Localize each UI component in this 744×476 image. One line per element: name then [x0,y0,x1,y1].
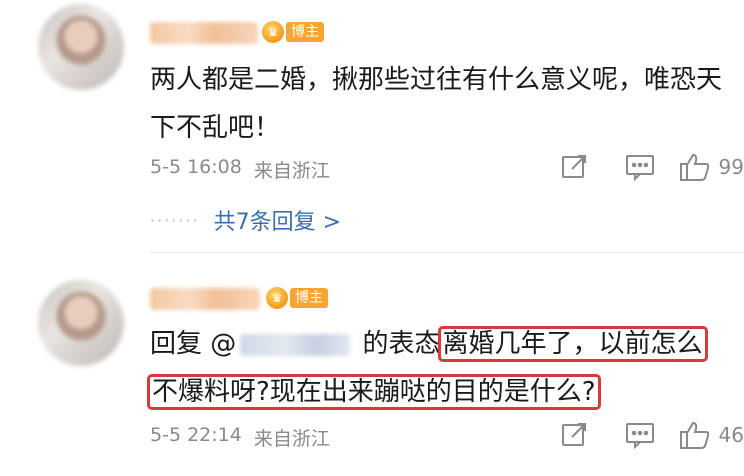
comment-actions: 99 [541,150,744,184]
repost-button[interactable] [541,150,607,184]
comment-button[interactable] [607,418,673,452]
comment-icon [625,423,654,449]
view-replies-link[interactable]: 共7条回复 > [214,204,341,236]
replies-row: ······· 共7条回复 > [150,204,341,236]
like-button[interactable]: 46 [679,420,744,450]
mention-blurred[interactable] [240,333,351,356]
repost-button[interactable] [541,418,607,452]
comment-button[interactable] [607,150,673,184]
comment-location: 来自浙江 [253,160,330,182]
blogger-badge: ♛ 博主 [262,20,324,44]
like-count: 46 [718,423,744,447]
comment-time: 5-5 22:14 [150,424,242,446]
comment-divider [150,252,744,253]
avatar[interactable] [38,4,124,90]
comment-text: 回复 @ 的表态离婚几年了，以前怎么 不爆料呀?现在出来蹦哒的目的是什么? [147,320,740,416]
repost-icon [561,155,586,178]
username-blurred[interactable] [150,22,258,44]
comment-text: 两人都是二婚，揪那些过往有什么意义呢，唯恐天下不乱吧！ [150,65,723,143]
dotted-divider: ······· [150,210,200,230]
blogger-badge: ♛ 博主 [266,286,328,310]
crown-icon: ♛ [262,21,284,43]
highlighted-text-1: 离婚几年了，以前怎么 [437,326,708,362]
username-blurred[interactable] [150,288,260,310]
comment-time: 5-5 16:08 [150,156,242,178]
thumbs-up-icon [679,421,709,449]
comment-icon [625,155,654,181]
badge-label: 博主 [286,22,324,42]
like-count: 99 [718,155,744,179]
repost-icon [561,423,586,446]
comment-item: ♛ 博主 回复 @ 的表态离婚几年了，以前怎么 不爆料呀?现在出来蹦哒的目的是什… [0,258,744,476]
crown-icon: ♛ [266,287,288,309]
avatar[interactable] [38,280,124,366]
comment-meta: 5-5 16:08 来自浙江 [150,156,330,183]
comment-location: 来自浙江 [253,428,330,450]
highlighted-text-2: 不爆料呀?现在出来蹦哒的目的是什么? [147,374,601,410]
comment-item: ♛ 博主 两人都是二婚，揪那些过往有什么意义呢，唯恐天下不乱吧！ 5-5 16:… [0,0,744,253]
comment-actions: 46 [541,418,744,452]
thumbs-up-icon [679,153,709,181]
reply-prefix: 回复 @ [150,329,237,359]
comment-meta: 5-5 22:14 来自浙江 [150,424,330,451]
badge-label: 博主 [290,288,328,308]
reply-mid: 的表态 [354,329,441,359]
like-button[interactable]: 99 [679,152,744,182]
